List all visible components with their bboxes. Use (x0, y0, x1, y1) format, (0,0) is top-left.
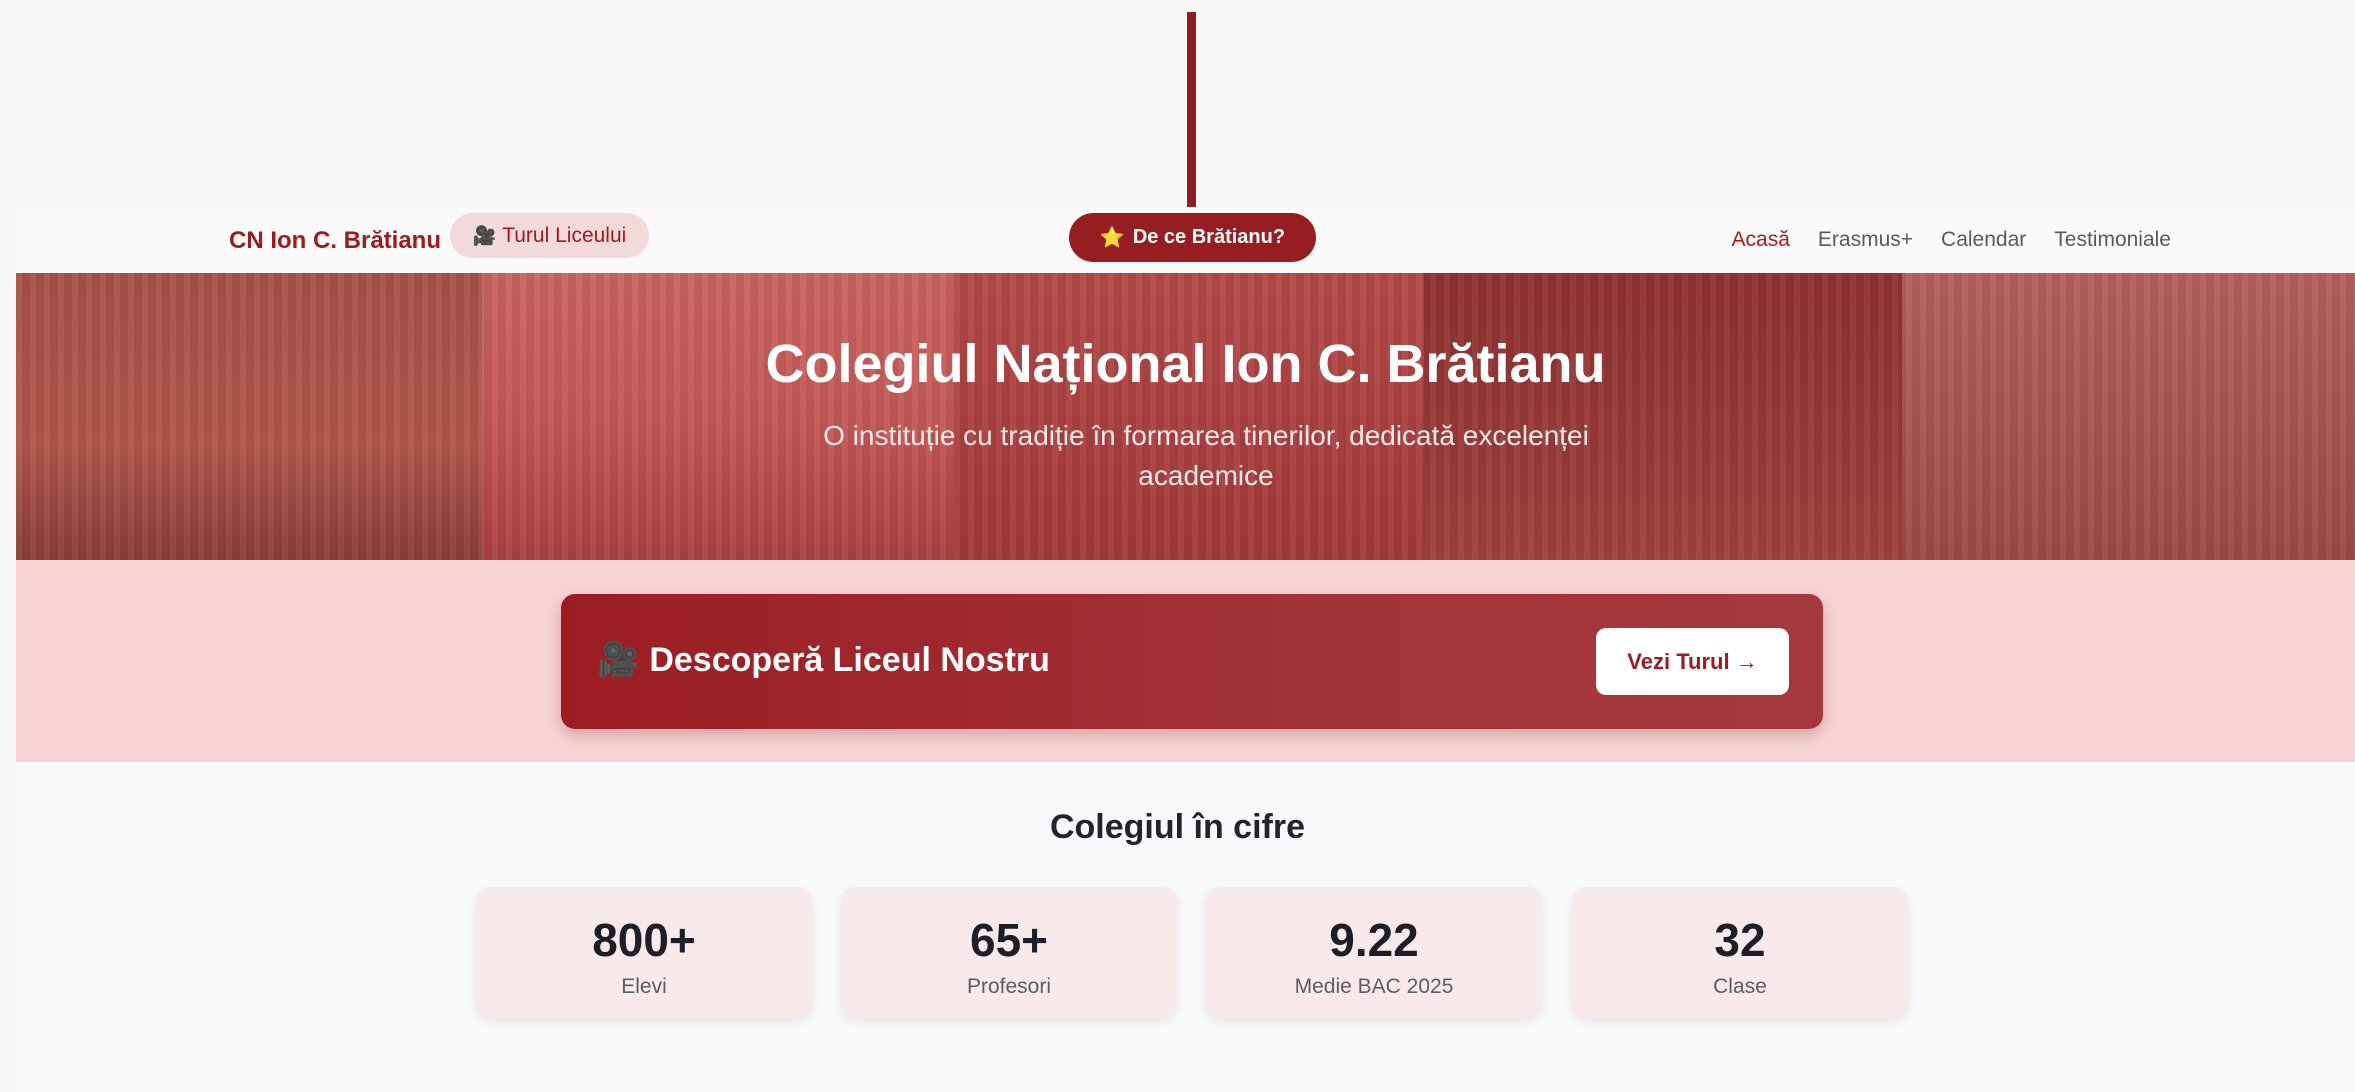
hero-title: Colegiul Național Ion C. Brătianu (765, 334, 1606, 394)
star-icon: ⭐ (1099, 227, 1125, 249)
stat-card-teachers: 65+ Profesori (841, 887, 1177, 1017)
nav-link-acasa[interactable]: Acasă (1732, 228, 1790, 252)
stat-value: 9.22 (1329, 914, 1419, 966)
navbar: CN Ion C. Brătianu 🎥 Turul Liceului ⭐ De… (16, 207, 2355, 273)
stat-value: 32 (1714, 914, 1766, 966)
stat-card-students: 800+ Elevi (476, 887, 812, 1017)
stat-label: Clase (1713, 975, 1767, 998)
brand-logo-text[interactable]: CN Ion C. Brătianu (229, 223, 441, 259)
stat-card-classes: 32 Clase (1572, 887, 1908, 1017)
stats-title: Colegiul în cifre (1049, 808, 1306, 846)
stat-card-bac-average: 9.22 Medie BAC 2025 (1206, 887, 1542, 1017)
why-bratianu-label: De ce Brătianu? (1132, 226, 1286, 248)
nav-link-calendar[interactable]: Calendar (1941, 228, 2026, 252)
video-camera-icon: 🎥 (597, 641, 640, 679)
stat-value: 800+ (592, 914, 696, 966)
hero-subtitle: O instituție cu tradiție în formarea tin… (823, 420, 1589, 491)
stat-label: Elevi (621, 975, 667, 998)
hero-banner: Colegiul Național Ion C. Brătianu O inst… (16, 273, 2355, 560)
decorative-pole (1187, 12, 1196, 218)
view-tour-button[interactable]: Vezi Turul → (1596, 628, 1789, 695)
video-camera-icon: 🎥 (472, 225, 497, 247)
stat-value: 65+ (969, 914, 1049, 966)
nav-link-erasmus[interactable]: Erasmus+ (1818, 228, 1913, 252)
tour-chip-label: Turul Liceului (502, 223, 627, 247)
nav-links: Acasă Erasmus+ Calendar Testimoniale (1732, 222, 2171, 258)
stat-label: Profesori (966, 975, 1052, 998)
discover-heading: 🎥 Descoperă Liceul Nostru (597, 640, 1050, 680)
stat-label: Medie BAC 2025 (1294, 975, 1454, 998)
discover-card: 🎥 Descoperă Liceul Nostru Vezi Turul → (561, 594, 1823, 729)
why-bratianu-button[interactable]: ⭐ De ce Brătianu? (1069, 213, 1316, 262)
tour-chip-button[interactable]: 🎥 Turul Liceului (450, 213, 649, 258)
nav-link-testimoniale[interactable]: Testimoniale (2054, 228, 2171, 252)
discover-title-text: Descoperă Liceul Nostru (649, 640, 1050, 679)
